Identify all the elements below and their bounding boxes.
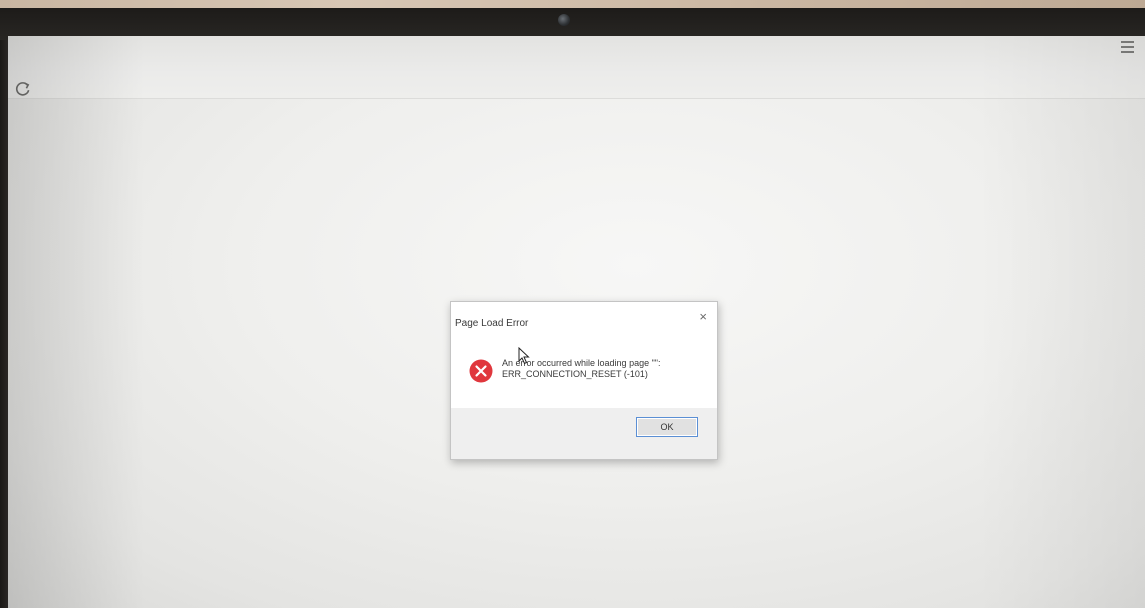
mouse-cursor-icon bbox=[518, 346, 530, 365]
photo-frame: Page Load Error × An error occurred whil… bbox=[0, 0, 1145, 608]
error-icon bbox=[469, 359, 493, 383]
dialog-body: An error occurred while loading page "":… bbox=[451, 342, 717, 404]
error-message-line2: ERR_CONNECTION_RESET (-101) bbox=[502, 369, 648, 379]
close-icon[interactable]: × bbox=[699, 310, 707, 323]
dialog-footer: OK bbox=[451, 408, 717, 459]
ok-button[interactable]: OK bbox=[636, 417, 698, 437]
toolbar bbox=[8, 36, 1145, 99]
webcam bbox=[558, 14, 570, 26]
app-window: Page Load Error × An error occurred whil… bbox=[8, 36, 1145, 608]
dialog-title: Page Load Error bbox=[455, 318, 529, 329]
page-load-error-dialog: Page Load Error × An error occurred whil… bbox=[450, 301, 718, 460]
reload-icon[interactable] bbox=[14, 80, 32, 98]
hamburger-menu-icon[interactable] bbox=[1118, 38, 1138, 56]
